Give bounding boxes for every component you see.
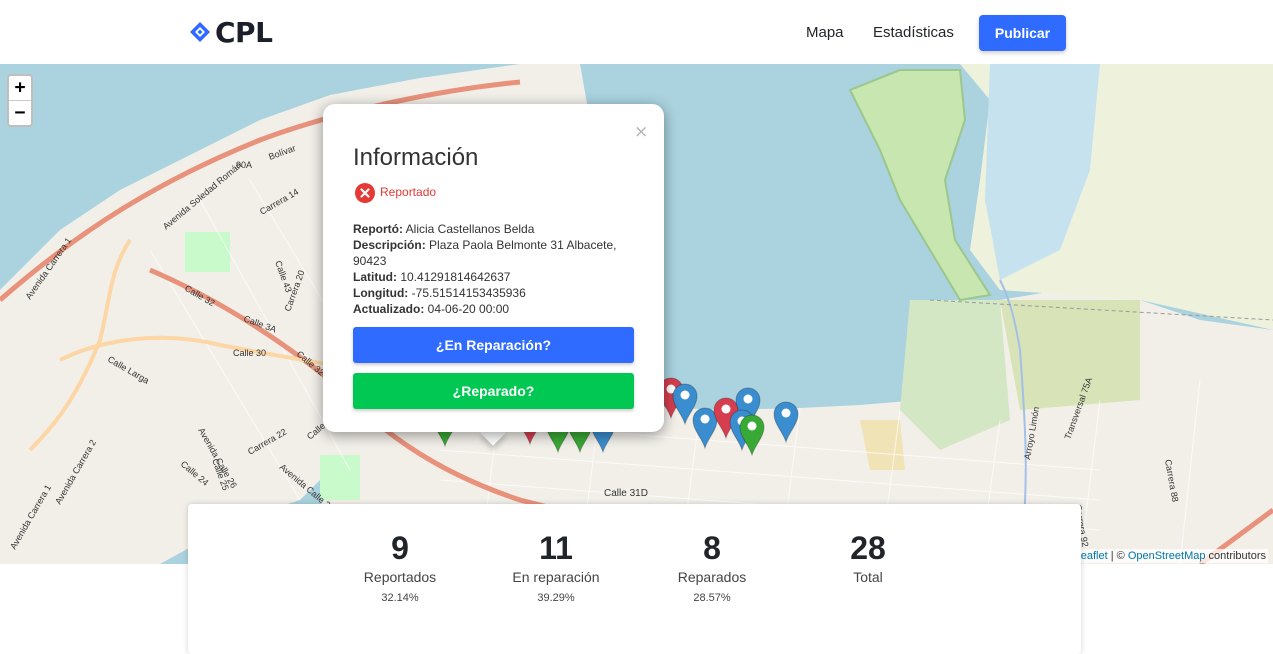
map-attribution: Leaflet | © OpenStreetMap contributors bbox=[1072, 549, 1268, 563]
detail-longitude: Longitud: -75.51514153435936 bbox=[353, 286, 526, 300]
map-marker-icon[interactable] bbox=[692, 407, 718, 450]
brand-name: CPL bbox=[215, 15, 273, 49]
nav-link-map[interactable]: Mapa bbox=[806, 24, 844, 41]
stats-card bbox=[188, 504, 1081, 654]
street-label: Calle 32 bbox=[183, 283, 217, 308]
zoom-control: + − bbox=[7, 74, 33, 127]
stat-label: En reparación bbox=[512, 569, 600, 585]
zoom-out-button[interactable]: − bbox=[9, 100, 31, 124]
street-label: Arroyo Limón bbox=[1022, 406, 1041, 460]
logo-icon bbox=[190, 22, 210, 42]
detail-reporter: Reportó: Alicia Castellanos Belda bbox=[353, 222, 535, 236]
stat-number: 9 bbox=[391, 530, 409, 566]
street-label: Bolívar bbox=[267, 143, 297, 162]
stat-number: 11 bbox=[539, 530, 573, 566]
detail-updated: Actualizado: 04-06-20 00:00 bbox=[353, 302, 510, 316]
stat-reported: 9 Reportados 32.14% bbox=[325, 528, 475, 604]
stat-total: 28 Total bbox=[793, 528, 943, 592]
detail-latitude: Latitud: 10.41291814642637 bbox=[353, 270, 511, 284]
popup-title: Información bbox=[353, 144, 479, 171]
street-label: Calle Larga bbox=[106, 354, 151, 386]
stat-percent: 39.29% bbox=[537, 592, 575, 604]
map-marker-icon[interactable] bbox=[773, 401, 799, 444]
zoom-in-button[interactable]: + bbox=[9, 76, 31, 100]
stat-percent: 32.14% bbox=[381, 592, 419, 604]
detail-description: Descripción: Plaza Paola Belmonte 31 Alb… bbox=[353, 238, 617, 268]
street-label: Calle 3A bbox=[242, 313, 277, 334]
stat-label: Reparados bbox=[677, 569, 747, 585]
street-label: Avenida Carrera 1 bbox=[23, 236, 73, 301]
nav-link-statistics[interactable]: Estadísticas bbox=[873, 24, 954, 41]
in-repair-button[interactable]: ¿En Reparación? bbox=[353, 327, 634, 363]
close-circle-icon bbox=[355, 183, 375, 203]
street-label: Carrera 22 bbox=[246, 427, 288, 457]
stat-label: Total bbox=[853, 569, 883, 585]
stat-number: 28 bbox=[850, 530, 886, 566]
popup-close-button[interactable]: × bbox=[634, 122, 648, 142]
street-label: Calle 32 bbox=[295, 349, 327, 378]
map-marker-icon[interactable] bbox=[739, 414, 765, 457]
street-label: Avenida Soledad Román bbox=[161, 160, 244, 232]
stat-label: Reportados bbox=[363, 569, 437, 585]
stat-number: 8 bbox=[703, 530, 721, 566]
status-label: Reportado bbox=[380, 185, 437, 199]
street-label: Carrera 88 bbox=[1163, 459, 1180, 503]
osm-link[interactable]: OpenStreetMap bbox=[1128, 550, 1206, 562]
street-label: Avenida Carrera 2 bbox=[53, 438, 98, 506]
attribution-suffix: contributors bbox=[1205, 550, 1266, 562]
attribution-separator: | © bbox=[1107, 550, 1128, 562]
navbar: CPL Mapa Estadísticas Publicar bbox=[0, 0, 1273, 64]
publish-button[interactable]: Publicar bbox=[979, 15, 1066, 51]
stat-in-repair: 11 En reparación 39.29% bbox=[481, 528, 631, 604]
street-label: Transversal 75A bbox=[1062, 376, 1094, 441]
brand-logo[interactable]: CPL bbox=[189, 15, 273, 49]
stat-repaired: 8 Reparados 28.57% bbox=[637, 528, 787, 604]
repaired-button[interactable]: ¿Reparado? bbox=[353, 373, 634, 409]
street-label: Avenida Carrera 1 bbox=[8, 483, 53, 551]
street-label: Carrera 14 bbox=[258, 187, 300, 217]
report-details: Reportó: Alicia Castellanos Belda Descri… bbox=[353, 221, 643, 317]
street-label: Calle 24 bbox=[179, 459, 211, 488]
stat-percent: 28.57% bbox=[693, 592, 731, 604]
street-label: Calle 30 bbox=[233, 348, 266, 358]
